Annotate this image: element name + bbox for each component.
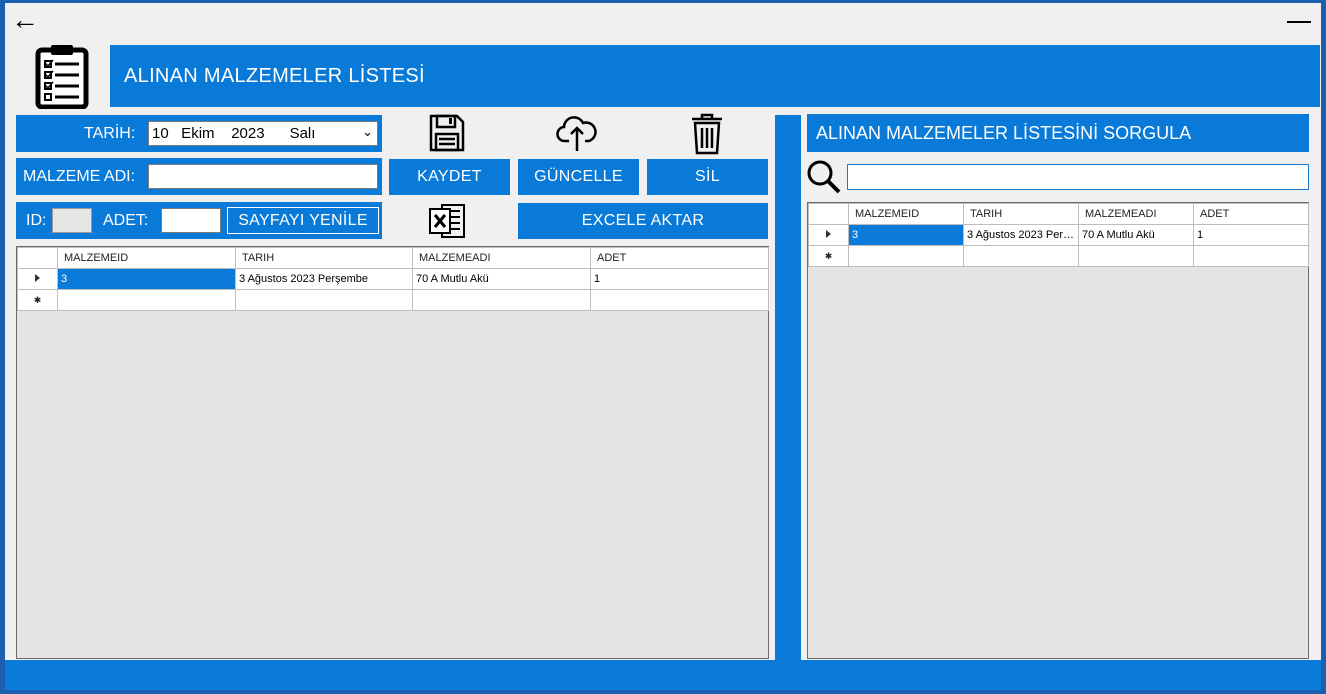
row-header-corner — [808, 203, 849, 225]
new-row[interactable]: ✱ — [808, 245, 1309, 267]
table-cell[interactable]: 1 — [590, 268, 769, 290]
table-cell[interactable] — [1193, 245, 1309, 267]
id-field[interactable] — [52, 208, 92, 233]
id-quantity-panel: ID: ADET: SAYFAYI YENİLE — [16, 202, 382, 239]
query-title: ALINAN MALZEMELER LİSTESİNİ SORGULA — [807, 114, 1309, 152]
chevron-down-icon[interactable]: ⌄ — [362, 124, 373, 140]
material-panel: MALZEME ADI: — [16, 158, 382, 195]
table-cell[interactable]: 3 — [848, 224, 964, 246]
back-arrow-icon[interactable]: ← — [7, 5, 43, 37]
table-cell[interactable]: 3 — [57, 268, 236, 290]
query-data-grid[interactable]: MALZEMEID TARIH MALZEMEADI ADET 3 3 Ağus… — [807, 202, 1309, 659]
row-selector-icon[interactable] — [17, 268, 58, 290]
column-header[interactable]: ADET — [1193, 203, 1309, 225]
material-label: MALZEME ADI: — [23, 167, 136, 185]
table-cell[interactable]: 70 A Mutlu Akü — [412, 268, 591, 290]
cloud-upload-icon[interactable] — [555, 112, 599, 154]
query-grid-table: MALZEMEID TARIH MALZEMEADI ADET 3 3 Ağus… — [808, 203, 1309, 267]
search-icon — [805, 158, 845, 196]
date-panel: TARİH: 10 Ekim 2023 Salı ⌄ — [16, 115, 382, 152]
table-cell[interactable] — [235, 289, 413, 311]
table-cell[interactable] — [57, 289, 236, 311]
row-header-corner — [17, 247, 58, 269]
table-cell[interactable] — [963, 245, 1079, 267]
date-picker[interactable]: 10 Ekim 2023 Salı ⌄ — [148, 121, 378, 146]
save-button[interactable]: KAYDET — [389, 159, 510, 195]
table-cell[interactable]: 1 — [1193, 224, 1309, 246]
status-bar — [5, 660, 1321, 690]
excel-icon[interactable] — [427, 201, 469, 241]
search-input[interactable] — [847, 164, 1309, 190]
new-row[interactable]: ✱ — [17, 289, 769, 311]
table-cell[interactable] — [1078, 245, 1194, 267]
column-header[interactable]: MALZEMEADI — [412, 247, 591, 269]
column-header[interactable]: TARIH — [963, 203, 1079, 225]
export-excel-button[interactable]: EXCELE AKTAR — [518, 203, 768, 239]
date-value: 10 Ekim 2023 Salı — [152, 125, 316, 142]
grid-header-row: MALZEMEID TARIH MALZEMEADI ADET — [808, 203, 1309, 225]
new-row-star-icon: ✱ — [17, 289, 58, 311]
column-header[interactable]: MALZEMEADI — [1078, 203, 1194, 225]
table-row[interactable]: 3 3 Ağustos 2023 Perşembe 70 A Mutlu Akü… — [17, 268, 769, 290]
new-row-star-icon: ✱ — [808, 245, 849, 267]
table-cell[interactable]: 70 A Mutlu Akü — [1078, 224, 1194, 246]
main-data-grid[interactable]: MALZEMEID TARIH MALZEMEADI ADET 3 3 Ağus… — [16, 246, 769, 659]
quantity-field[interactable] — [161, 208, 221, 233]
refresh-page-button[interactable]: SAYFAYI YENİLE — [227, 207, 379, 234]
table-cell[interactable] — [590, 289, 769, 311]
page-title: ALINAN MALZEMELER LİSTESİ — [110, 45, 1320, 107]
delete-button[interactable]: SİL — [647, 159, 768, 195]
panel-divider — [775, 115, 801, 660]
table-row[interactable]: 3 3 Ağustos 2023 Perş... 70 A Mutlu Akü … — [808, 224, 1309, 246]
table-cell[interactable] — [848, 245, 964, 267]
table-cell[interactable] — [412, 289, 591, 311]
table-cell[interactable]: 3 Ağustos 2023 Perş... — [963, 224, 1079, 246]
date-label: TARİH: — [84, 124, 136, 142]
trash-icon[interactable] — [687, 112, 727, 156]
floppy-disk-icon[interactable] — [427, 112, 467, 154]
update-button[interactable]: GÜNCELLE — [518, 159, 639, 195]
material-name-input[interactable] — [148, 164, 378, 189]
grid-header-row: MALZEMEID TARIH MALZEMEADI ADET — [17, 247, 769, 269]
main-window: ← ALINAN MALZEMELER LİSTESİ TARİH: 10 Ek… — [5, 3, 1321, 660]
id-label: ID: — [26, 211, 47, 229]
minimize-button[interactable] — [1281, 5, 1317, 37]
column-header[interactable]: TARIH — [235, 247, 413, 269]
checklist-icon — [35, 43, 89, 110]
table-cell[interactable]: 3 Ağustos 2023 Perşembe — [235, 268, 413, 290]
row-selector-icon[interactable] — [808, 224, 849, 246]
main-grid-table: MALZEMEID TARIH MALZEMEADI ADET 3 3 Ağus… — [17, 247, 769, 311]
column-header[interactable]: ADET — [590, 247, 769, 269]
column-header[interactable]: MALZEMEID — [848, 203, 964, 225]
quantity-label: ADET: — [103, 211, 149, 229]
column-header[interactable]: MALZEMEID — [57, 247, 236, 269]
